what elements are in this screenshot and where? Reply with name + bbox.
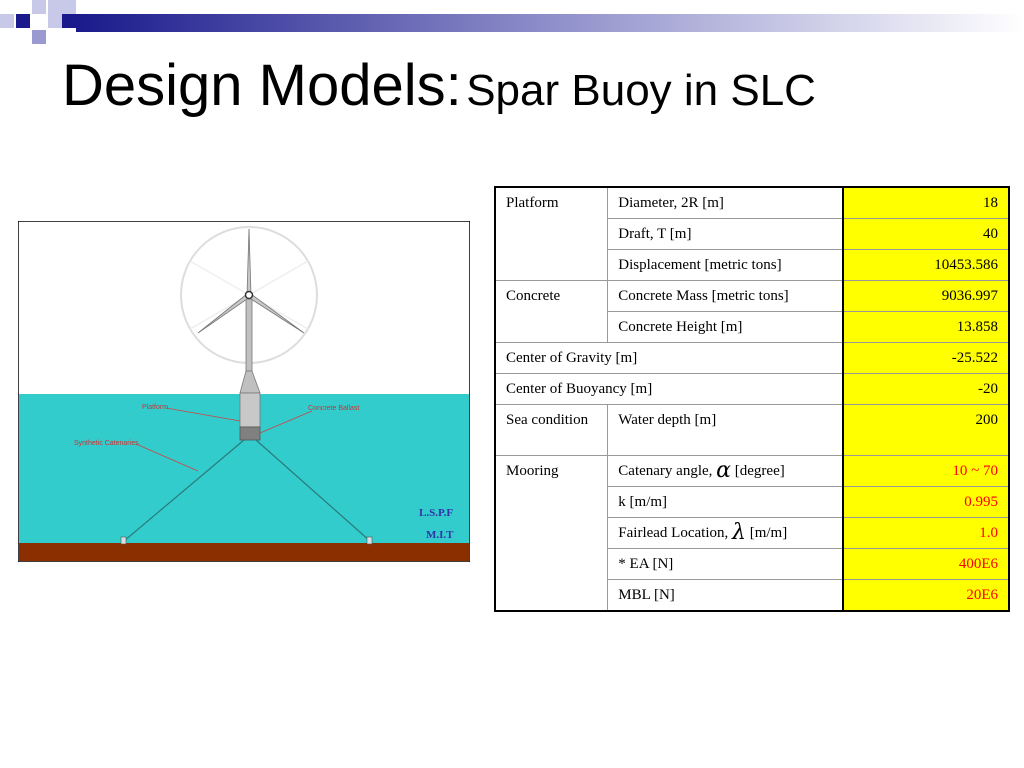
param-suffix: [degree] <box>734 463 785 479</box>
value-cell: 400E6 <box>841 548 1010 580</box>
param-cell: Concrete Height [m] <box>607 311 844 343</box>
value-cell: 20E6 <box>841 579 1010 612</box>
group-cell: Platform <box>494 186 609 281</box>
param-cell: Displacement [metric tons] <box>607 249 844 281</box>
concrete-ballast <box>239 426 261 441</box>
table-row: Mooring Catenary angle, α [degree] 10 ~ … <box>494 455 1010 612</box>
param-cell: Diameter, 2R [m] <box>607 186 844 219</box>
group-cell: Concrete <box>494 280 609 343</box>
value-cell: 9036.997 <box>841 280 1010 312</box>
param-suffix: [m/m] <box>749 525 788 541</box>
value-cell: 200 <box>841 404 1010 456</box>
param-cell: Fairlead Location, λ [m/m] <box>607 517 844 549</box>
param-cell: Water depth [m] <box>607 404 844 456</box>
value-cell: 13.858 <box>841 311 1010 343</box>
value-cell: -25.522 <box>841 342 1010 374</box>
label-platform: Platform <box>142 404 168 411</box>
seabed <box>19 543 469 561</box>
value-cell: 10 ~ 70 <box>841 455 1010 487</box>
spar-buoy-diagram: Platform Concrete Ballast Synthetic Cate… <box>18 221 470 562</box>
value-cell: -20 <box>841 373 1010 405</box>
value-cell: 18 <box>841 186 1010 219</box>
value-cell: 40 <box>841 218 1010 250</box>
table-row: Sea condition Water depth [m] 200 <box>494 404 1010 456</box>
hub-icon <box>244 290 254 300</box>
param-cell: MBL [N] <box>607 579 844 612</box>
alpha-symbol: α <box>716 458 732 483</box>
param-cell: Draft, T [m] <box>607 218 844 250</box>
value-cell: 1.0 <box>841 517 1010 549</box>
spar-buoy-specs-table: Platform Diameter, 2R [m] 18 Draft, T [m… <box>494 186 1010 612</box>
param-cell: Center of Gravity [m] <box>494 342 844 374</box>
slide-title: Design Models: Spar Buoy in SLC <box>62 52 816 119</box>
value-cell: 0.995 <box>841 486 1010 518</box>
label-synthetic-catenaries: Synthetic Catenaries <box>74 440 139 447</box>
platform-hull <box>239 392 261 428</box>
group-cell: Sea condition <box>494 404 609 456</box>
table-row: Center of Gravity [m] -25.522 <box>494 342 1010 374</box>
lambda-symbol: λ <box>732 520 746 545</box>
table-row: Center of Buoyancy [m] -20 <box>494 373 1010 405</box>
anchor-left <box>120 536 127 545</box>
param-prefix: Fairlead Location, <box>618 525 729 541</box>
title-main: Design Models: <box>62 53 462 118</box>
square-decoration <box>16 14 30 28</box>
tower <box>245 298 253 372</box>
value-cell: 10453.586 <box>841 249 1010 281</box>
param-prefix: Catenary angle, <box>618 463 713 479</box>
param-cell: k [m/m] <box>607 486 844 518</box>
group-cell: Mooring <box>494 455 609 612</box>
param-cell: Center of Buoyancy [m] <box>494 373 844 405</box>
table-row: Platform Diameter, 2R [m] 18 <box>494 186 1010 281</box>
label-concrete-ballast: Concrete Ballast <box>308 405 359 412</box>
param-cell: Catenary angle, α [degree] <box>607 455 844 487</box>
param-cell: * EA [N] <box>607 548 844 580</box>
table-row: Concrete Concrete Mass [metric tons] 903… <box>494 280 1010 343</box>
anchor-right <box>366 536 373 545</box>
param-cell: Concrete Mass [metric tons] <box>607 280 844 312</box>
title-subtitle: Spar Buoy in SLC <box>466 66 816 115</box>
header-decoration <box>0 0 1024 44</box>
label-lab: L.S.P.F <box>419 507 453 519</box>
label-institute: M.I.T <box>426 529 454 541</box>
